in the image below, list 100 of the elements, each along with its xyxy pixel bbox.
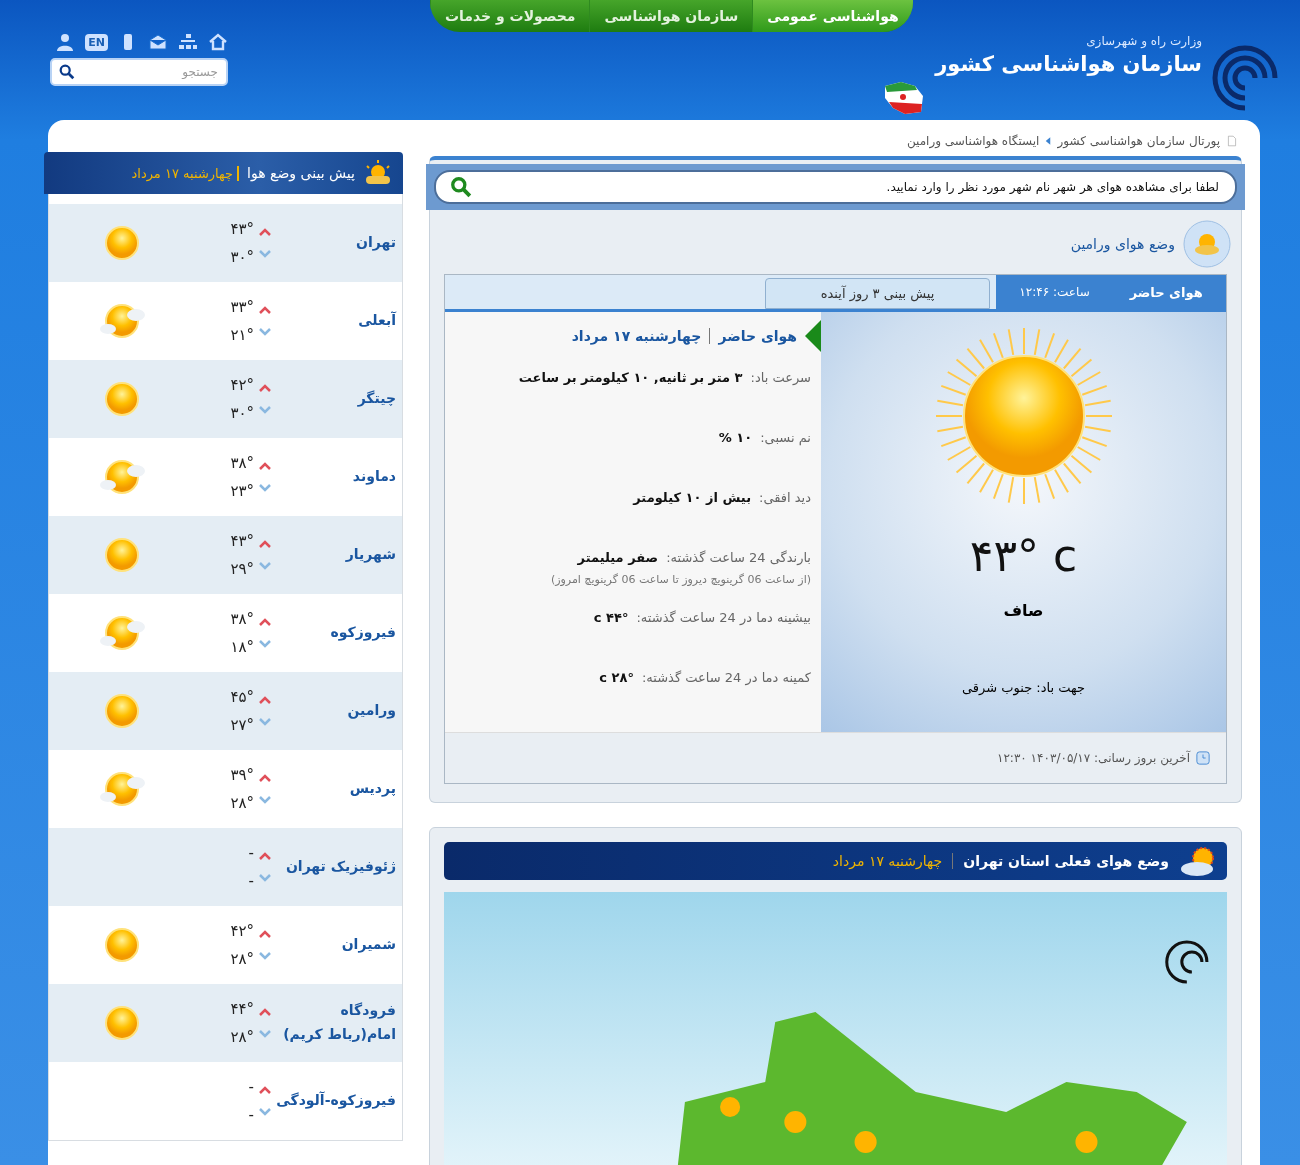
- field-value: صفر میلیمتر: [577, 550, 659, 565]
- sun-cloud-icon: [363, 160, 393, 186]
- user-icon[interactable]: [55, 32, 76, 52]
- clock-icon: [1196, 751, 1210, 765]
- up-chevron-icon: [259, 618, 271, 626]
- chevron-icon: [1045, 137, 1052, 145]
- nav-tab[interactable]: سازمان هواشناسی: [589, 0, 753, 32]
- low-temperature: ۲۸°: [229, 794, 254, 812]
- current-temperature: ۴۳° c: [969, 530, 1078, 581]
- field-label: بیشینه دما در 24 ساعت گذشته:: [636, 610, 811, 625]
- english-language-button[interactable]: EN: [85, 33, 108, 51]
- city-name: فیروزکوه-آلودگی: [276, 1090, 396, 1111]
- home-icon[interactable]: [208, 32, 228, 52]
- last-update-text: آخرین بروز رسانی: ۱۴۰۳/۰۵/۱۷ ۱۲:۳۰: [996, 751, 1190, 765]
- city-name: ورامین: [346, 701, 396, 721]
- up-chevron-icon: [259, 852, 271, 860]
- down-chevron-icon: [259, 484, 271, 492]
- low-temperature: -: [247, 1106, 254, 1124]
- up-chevron-icon: [259, 462, 271, 470]
- high-temperature: ۴۳°: [229, 220, 254, 238]
- ministry-name: وزارت راه و شهرسازی: [1085, 34, 1202, 48]
- section-heading: هوای حاضر: [718, 328, 797, 344]
- nav-tab[interactable]: محصولات و خدمات: [430, 0, 590, 32]
- forecast-title: پیش بینی وضع هوا: [247, 165, 355, 181]
- city-name: تهران: [355, 233, 396, 253]
- low-temperature: ۲۸°: [229, 950, 254, 968]
- city-name: پردیس: [348, 779, 396, 799]
- sitemap-icon[interactable]: [178, 32, 198, 52]
- field-value: ۴۴° c: [593, 610, 629, 625]
- weather-tab[interactable]: پیش بینی ۳ روز آینده: [765, 278, 990, 309]
- up-chevron-icon: [259, 228, 271, 236]
- high-temperature: ۳۹°: [229, 766, 254, 784]
- down-chevron-icon: [259, 250, 271, 258]
- breadcrumb-link[interactable]: ایستگاه هواشناسی ورامین: [906, 134, 1040, 148]
- high-temperature: ۳۸°: [229, 454, 254, 472]
- high-temperature: ۴۴°: [229, 1000, 254, 1018]
- sky-condition: صاف: [1003, 601, 1044, 620]
- city-name: فیروزکوه: [329, 623, 396, 643]
- high-temperature: ۴۳°: [229, 532, 254, 550]
- low-temperature: -: [247, 872, 254, 890]
- province-weather-title: وضع هوای فعلی استان تهران: [963, 853, 1169, 869]
- nav-tab[interactable]: هواشناسی عمومی: [752, 0, 913, 32]
- down-chevron-icon: [259, 796, 271, 804]
- down-chevron-icon: [259, 640, 271, 648]
- province-date: چهارشنبه ۱۷ مرداد: [832, 853, 943, 869]
- low-temperature: ۲۳°: [229, 482, 254, 500]
- down-chevron-icon: [259, 562, 271, 570]
- city-name: دماوند: [351, 467, 396, 487]
- city-search-box[interactable]: لطفا برای مشاهده هوای هر شهر نام شهر مورد نظر را وارد نمایید.: [434, 170, 1237, 204]
- up-chevron-icon: [259, 696, 271, 704]
- field-label: دید افقی:: [759, 490, 811, 505]
- low-temperature: ۲۱°: [229, 326, 254, 344]
- low-temperature: ۱۸°: [229, 638, 254, 656]
- up-chevron-icon: [259, 384, 271, 392]
- city-name: فرودگاه امام(رباط کریم): [282, 1001, 396, 1045]
- down-chevron-icon: [259, 874, 271, 882]
- down-chevron-icon: [259, 1030, 271, 1038]
- up-chevron-icon: [259, 306, 271, 314]
- search-box[interactable]: جستجو: [50, 58, 228, 86]
- weather-tab[interactable]: هوای حاضر ساعت: ۱۲:۴۶: [996, 275, 1226, 309]
- city-name: شمیران: [340, 935, 396, 955]
- sun-cloud-badge-icon: [1183, 220, 1231, 268]
- down-chevron-icon: [259, 1108, 271, 1116]
- high-temperature: ۴۵°: [229, 688, 254, 706]
- high-temperature: ۴۲°: [229, 922, 254, 940]
- down-chevron-icon: [259, 952, 271, 960]
- wind-direction: جهت باد: جنوب شرقی: [962, 680, 1085, 695]
- high-temperature: -: [247, 844, 254, 862]
- search-icon[interactable]: [58, 63, 76, 81]
- up-chevron-icon: [259, 930, 271, 938]
- page-icon: [1226, 135, 1238, 147]
- field-value: ۱۰ %: [718, 430, 753, 445]
- city-name: شهریار: [344, 545, 396, 565]
- field-label: کمینه دما در 24 ساعت گذشته:: [641, 670, 811, 685]
- search-icon[interactable]: [450, 176, 472, 198]
- low-temperature: ۳۰°: [229, 404, 254, 422]
- high-temperature: -: [247, 1078, 254, 1096]
- city-name: ژئوفیزیک تهران: [284, 857, 396, 877]
- high-temperature: ۴۲°: [229, 376, 254, 394]
- low-temperature: ۳۰°: [229, 248, 254, 266]
- field-value: بیش از ۱۰ کیلومتر: [633, 490, 751, 505]
- arrow-marker-icon: [805, 320, 821, 352]
- up-chevron-icon: [259, 1086, 271, 1094]
- low-temperature: ۲۷°: [229, 716, 254, 734]
- high-temperature: ۳۳°: [229, 298, 254, 316]
- up-chevron-icon: [259, 1008, 271, 1016]
- field-label: سرعت باد:: [750, 370, 811, 385]
- breadcrumb-link[interactable]: پورتال سازمان هواشناسی کشور: [1057, 134, 1220, 148]
- down-chevron-icon: [259, 328, 271, 336]
- field-value: ۳ متر بر ثانیه, ۱۰ کیلومتر بر ساعت: [518, 370, 743, 385]
- field-label: بارندگی 24 ساعت گذشته:: [666, 550, 811, 565]
- low-temperature: ۲۹°: [229, 560, 254, 578]
- field-value: ۲۸° c: [599, 670, 634, 685]
- mail-icon[interactable]: [148, 32, 168, 52]
- up-chevron-icon: [259, 774, 271, 782]
- up-chevron-icon: [259, 540, 271, 548]
- low-temperature: ۲۸°: [229, 1028, 254, 1046]
- field-note: (از ساعت 06 گرینویچ دیروز تا ساعت 06 گرینویچ امروز): [549, 573, 811, 586]
- down-chevron-icon: [259, 718, 271, 726]
- current-date: چهارشنبه ۱۷ مرداد: [571, 328, 702, 344]
